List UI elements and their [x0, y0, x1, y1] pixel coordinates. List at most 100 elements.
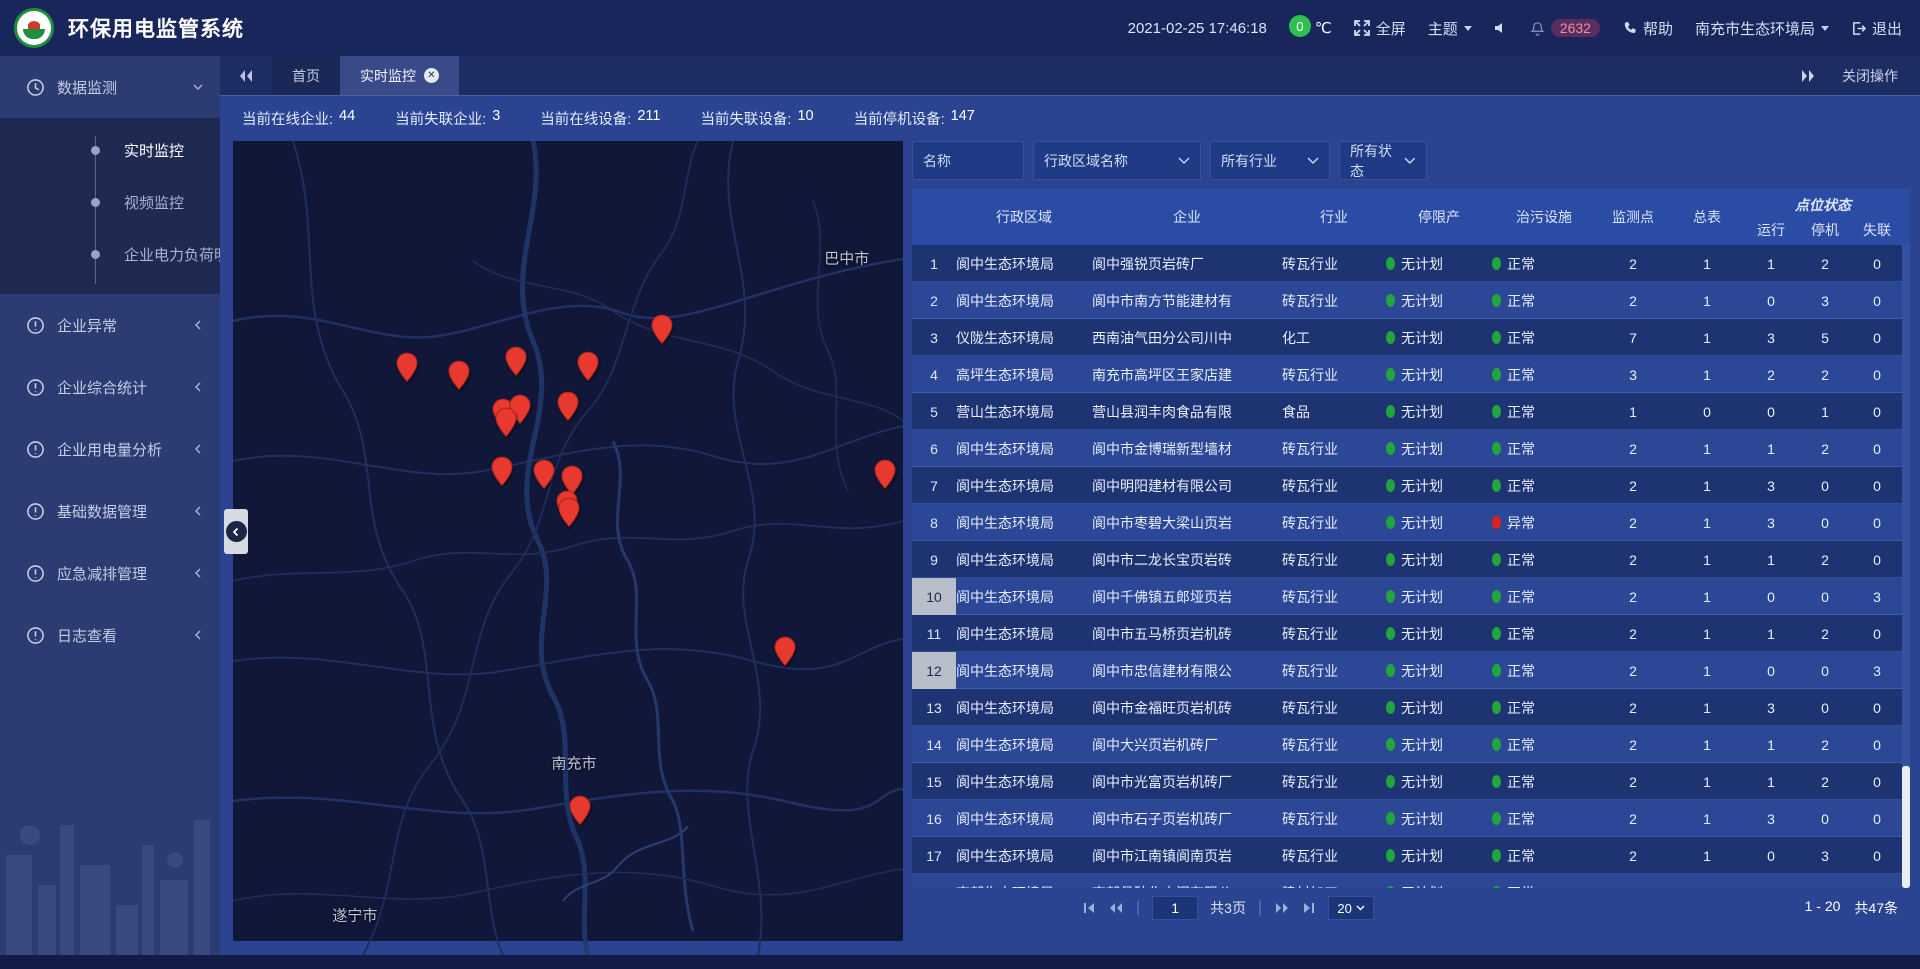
- table-scrollbar[interactable]: [1902, 245, 1910, 888]
- mute-button[interactable]: [1494, 21, 1508, 35]
- double-chevron-right-icon[interactable]: [1800, 69, 1816, 83]
- cell-region: 仪陇生态环境局: [956, 328, 1092, 348]
- cell-limit-status: 无计划: [1386, 698, 1492, 718]
- sidebar-subitem[interactable]: 视频监控: [0, 176, 220, 228]
- sidebar-subitem[interactable]: 实时监控: [0, 124, 220, 176]
- cell-lost: 0: [1852, 774, 1902, 790]
- tabs-scroll-left-button[interactable]: [220, 56, 272, 95]
- cell-limit-status: 无计划: [1386, 550, 1492, 570]
- cell-points: 2: [1596, 293, 1670, 309]
- scrollbar-thumb[interactable]: [1902, 766, 1910, 888]
- tab-home[interactable]: 首页: [272, 56, 340, 95]
- help-button[interactable]: 帮助: [1622, 18, 1673, 39]
- table-row[interactable]: 2 阆中生态环境局 阆中市南方节能建材有 砖瓦行业 无计划: [912, 282, 1910, 319]
- table-row[interactable]: 3 仪陇生态环境局 西南油气田分公司川中 化工 无计划: [912, 319, 1910, 356]
- table-row[interactable]: 7 阆中生态环境局 阆中明阳建材有限公司 砖瓦行业 无计划: [912, 467, 1910, 504]
- fullscreen-button[interactable]: 全屏: [1354, 18, 1406, 39]
- facility-status-label: 正常: [1507, 365, 1535, 385]
- cell-company: 阆中市江南镇阆南页岩: [1092, 846, 1282, 866]
- table-row[interactable]: 18 南部生态环境局 南部县砂化水泥有限公 建材加工 无计划: [912, 874, 1910, 888]
- table-row[interactable]: 17 阆中生态环境局 阆中市江南镇阆南页岩 砖瓦行业 无计划: [912, 837, 1910, 874]
- sidebar-subitem[interactable]: 企业电力负荷明细: [0, 228, 220, 280]
- tab-realtime-monitoring[interactable]: 实时监控 ✕: [340, 56, 459, 95]
- map-city-label: 遂宁市: [332, 904, 377, 925]
- table-row[interactable]: 13 阆中生态环境局 阆中市金福旺页岩机砖 砖瓦行业 无计划: [912, 689, 1910, 726]
- close-operations-button[interactable]: 关闭操作: [1842, 66, 1898, 86]
- status-dot-icon: [1492, 442, 1501, 455]
- cell-facility-status: 正常: [1492, 439, 1596, 459]
- table-row[interactable]: 1 阆中生态环境局 阆中强锐页岩砖厂 砖瓦行业 无计划: [912, 245, 1910, 282]
- theme-dropdown[interactable]: 主题: [1428, 18, 1472, 39]
- prev-page-button[interactable]: [1108, 901, 1124, 915]
- facility-status-label: 正常: [1507, 846, 1535, 866]
- table-row[interactable]: 5 营山生态环境局 营山县润丰肉食品有限 食品 无计划: [912, 393, 1910, 430]
- chevron-left-icon: [192, 319, 204, 331]
- sidebar-subitem-label: 企业电力负荷明细: [124, 244, 220, 265]
- sidebar-item[interactable]: 日志查看: [0, 604, 220, 666]
- sidebar-item-label: 企业异常: [57, 315, 117, 336]
- row-index: 8: [912, 504, 956, 541]
- last-page-button[interactable]: [1302, 901, 1316, 915]
- table-row[interactable]: 16 阆中生态环境局 阆中市石子页岩机砖厂 砖瓦行业 无计划: [912, 800, 1910, 837]
- cell-lost: 0: [1852, 811, 1902, 827]
- map-panel[interactable]: 巴中市南充市遂宁市: [233, 141, 903, 941]
- status-dot-icon: [1386, 405, 1395, 418]
- sidebar-item[interactable]: 基础数据管理: [0, 480, 220, 542]
- cell-industry: 砖瓦行业: [1282, 809, 1386, 829]
- stat-item: 当前失联设备: 10: [700, 108, 813, 129]
- sidebar-item-data-monitoring[interactable]: 数据监测: [0, 56, 220, 118]
- cell-region: 高坪生态环境局: [956, 365, 1092, 385]
- notifications-button[interactable]: 2632: [1530, 19, 1600, 37]
- org-dropdown[interactable]: 南充市生态环境局: [1695, 18, 1829, 39]
- cell-facility-status: 正常: [1492, 624, 1596, 644]
- table-row[interactable]: 11 阆中生态环境局 阆中市五马桥页岩机砖 砖瓦行业 无计划: [912, 615, 1910, 652]
- cell-points: 2: [1596, 700, 1670, 716]
- sidebar: 数据监测 实时监控 视频监控: [0, 56, 220, 955]
- help-label: 帮助: [1643, 18, 1673, 39]
- cell-facility-status: 正常: [1492, 735, 1596, 755]
- cell-limit-status: 无计划: [1386, 809, 1492, 829]
- sidebar-item[interactable]: 企业用电量分析: [0, 418, 220, 480]
- col-index: [912, 189, 956, 245]
- industry-filter-select[interactable]: 所有行业: [1210, 141, 1330, 180]
- sidebar-item[interactable]: 企业综合统计: [0, 356, 220, 418]
- cell-points: 1: [1596, 404, 1670, 420]
- cell-lost: 0: [1852, 293, 1902, 309]
- table-row[interactable]: 8 阆中生态环境局 阆中市枣碧大梁山页岩 砖瓦行业 无计划: [912, 504, 1910, 541]
- logout-button[interactable]: 退出: [1851, 18, 1902, 39]
- table-row[interactable]: 14 阆中生态环境局 阆中大兴页岩机砖厂 砖瓦行业 无计划: [912, 726, 1910, 763]
- region-filter-select[interactable]: 行政区域名称: [1033, 141, 1201, 180]
- page-size-select[interactable]: 20: [1328, 896, 1374, 920]
- next-page-button[interactable]: [1274, 901, 1290, 915]
- table-row[interactable]: 10 阆中生态环境局 阆中千佛镇五郎垭页岩 砖瓦行业 无计划: [912, 578, 1910, 615]
- status-filter-select[interactable]: 所有状态: [1339, 141, 1427, 180]
- tab-label: 实时监控: [360, 66, 416, 86]
- tab-close-icon[interactable]: ✕: [424, 68, 439, 83]
- cell-industry: 砖瓦行业: [1282, 550, 1386, 570]
- cell-facility-status: 正常: [1492, 550, 1596, 570]
- row-index: 18: [912, 874, 956, 888]
- table-row[interactable]: 12 阆中生态环境局 阆中市忠信建材有限公 砖瓦行业 无计划: [912, 652, 1910, 689]
- sidebar-item[interactable]: 企业异常: [0, 294, 220, 356]
- cell-stop: 3: [1798, 848, 1852, 864]
- sidebar-item[interactable]: 应急减排管理: [0, 542, 220, 604]
- row-index: 6: [912, 430, 956, 467]
- name-filter-input[interactable]: [912, 141, 1024, 180]
- status-dot-icon: [1492, 257, 1501, 270]
- limit-status-label: 无计划: [1401, 291, 1443, 311]
- app-root: 环保用电监管系统 2021-02-25 17:46:18 0 ℃ 全屏 主题 2…: [0, 0, 1920, 969]
- page-range-label: 1 - 20: [1805, 898, 1841, 918]
- table-row[interactable]: 4 高坪生态环境局 南充市高坪区王家店建 砖瓦行业 无计划: [912, 356, 1910, 393]
- map-city-label: 南充市: [552, 753, 597, 774]
- limit-status-label: 无计划: [1401, 254, 1443, 274]
- table-row[interactable]: 9 阆中生态环境局 阆中市二龙长宝页岩砖 砖瓦行业 无计划: [912, 541, 1910, 578]
- page-number-input[interactable]: [1152, 896, 1198, 920]
- table-row[interactable]: 15 阆中生态环境局 阆中市光富页岩机砖厂 砖瓦行业 无计划: [912, 763, 1910, 800]
- cell-industry: 砖瓦行业: [1282, 439, 1386, 459]
- table-row[interactable]: 6 阆中生态环境局 阆中市金博瑞新型墙材 砖瓦行业 无计划: [912, 430, 1910, 467]
- map-collapse-handle[interactable]: [224, 509, 248, 554]
- total-count-label: 共47条: [1854, 898, 1898, 918]
- app-logo-icon: [14, 8, 54, 48]
- pagination-summary: 1 - 20 共47条: [1805, 898, 1898, 918]
- first-page-button[interactable]: [1082, 901, 1096, 915]
